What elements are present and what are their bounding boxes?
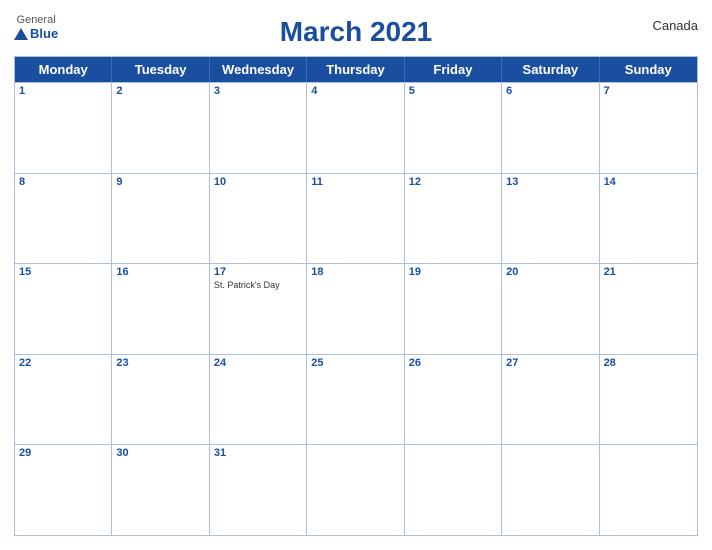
- logo-blue-area: Blue: [14, 26, 58, 41]
- day-cell-8: 8: [15, 174, 112, 264]
- day-cell-6: 6: [502, 83, 599, 173]
- day-header-sunday: Sunday: [600, 57, 697, 82]
- day-number-20: 20: [506, 266, 594, 278]
- day-header-monday: Monday: [15, 57, 112, 82]
- day-header-friday: Friday: [405, 57, 502, 82]
- day-cell-20: 20: [502, 264, 599, 354]
- day-number-2: 2: [116, 85, 204, 97]
- day-cell-4: 4: [307, 83, 404, 173]
- week-row-2: 89 10 11 12 13 14: [15, 173, 697, 264]
- calendar-container: General Blue March 2021 Canada MondayTue…: [0, 0, 712, 550]
- day-number-15: 15: [19, 266, 107, 278]
- day-number-11: 11: [311, 176, 399, 188]
- day-cell-18: 18: [307, 264, 404, 354]
- day-number-13: 13: [506, 176, 594, 188]
- day-number-18: 18: [311, 266, 399, 278]
- day-cell-22: 22: [15, 355, 112, 445]
- day-cell-9: 9: [112, 174, 209, 264]
- day-number-26: 26: [409, 357, 497, 369]
- day-cell-30: 30: [112, 445, 209, 535]
- week-row-5: 29 30 31: [15, 444, 697, 535]
- day-cell-11: 11: [307, 174, 404, 264]
- day-number-24: 24: [214, 357, 302, 369]
- calendar-title: March 2021: [280, 16, 433, 48]
- week-row-1: 1234567: [15, 82, 697, 173]
- day-cell-26: 26: [405, 355, 502, 445]
- day-cell-27: 27: [502, 355, 599, 445]
- logo-area: General Blue: [14, 14, 58, 41]
- day-number-22: 22: [19, 357, 107, 369]
- day-number-31: 31: [214, 447, 302, 459]
- day-number-29: 29: [19, 447, 107, 459]
- day-cell-14: 14: [600, 174, 697, 264]
- day-cell-23: 23: [112, 355, 209, 445]
- day-number-23: 23: [116, 357, 204, 369]
- day-number-8: 8: [19, 176, 107, 188]
- country-label: Canada: [652, 18, 698, 33]
- day-header-wednesday: Wednesday: [210, 57, 307, 82]
- day-number-30: 30: [116, 447, 204, 459]
- day-header-thursday: Thursday: [307, 57, 404, 82]
- day-cell-15: 15: [15, 264, 112, 354]
- day-cell-2: 2: [112, 83, 209, 173]
- day-cell-31: 31: [210, 445, 307, 535]
- calendar-header: General Blue March 2021 Canada: [14, 10, 698, 52]
- day-cell-16: 16: [112, 264, 209, 354]
- day-cell-10: 10: [210, 174, 307, 264]
- day-header-tuesday: Tuesday: [112, 57, 209, 82]
- day-cell-24: 24: [210, 355, 307, 445]
- day-number-4: 4: [311, 85, 399, 97]
- day-number-5: 5: [409, 85, 497, 97]
- day-number-1: 1: [19, 85, 107, 97]
- week-row-4: 22 23 24 25 26 27 28: [15, 354, 697, 445]
- day-number-21: 21: [604, 266, 693, 278]
- logo-general-text: General: [17, 14, 56, 26]
- event-text: St. Patrick's Day: [214, 280, 302, 290]
- day-number-6: 6: [506, 85, 594, 97]
- day-cell-empty-4: [405, 445, 502, 535]
- day-cell-19: 19: [405, 264, 502, 354]
- day-cell-29: 29: [15, 445, 112, 535]
- day-number-10: 10: [214, 176, 302, 188]
- day-cell-5: 5: [405, 83, 502, 173]
- day-cell-12: 12: [405, 174, 502, 264]
- day-number-19: 19: [409, 266, 497, 278]
- day-cell-empty-5: [502, 445, 599, 535]
- day-number-28: 28: [604, 357, 693, 369]
- weeks-container: 1234567891011121314151617St. Patrick's D…: [15, 82, 697, 535]
- day-cell-28: 28: [600, 355, 697, 445]
- day-number-12: 12: [409, 176, 497, 188]
- calendar-grid: MondayTuesdayWednesdayThursdayFridaySatu…: [14, 56, 698, 536]
- day-number-3: 3: [214, 85, 302, 97]
- day-cell-empty-6: [600, 445, 697, 535]
- logo-blue-text: Blue: [30, 26, 58, 41]
- day-cell-empty-3: [307, 445, 404, 535]
- day-number-14: 14: [604, 176, 693, 188]
- day-number-17: 17: [214, 266, 302, 278]
- day-header-saturday: Saturday: [502, 57, 599, 82]
- day-number-7: 7: [604, 85, 693, 97]
- day-cell-1: 1: [15, 83, 112, 173]
- day-cell-3: 3: [210, 83, 307, 173]
- day-cell-7: 7: [600, 83, 697, 173]
- day-cell-25: 25: [307, 355, 404, 445]
- day-cell-17: 17 St. Patrick's Day: [210, 264, 307, 354]
- day-cell-13: 13: [502, 174, 599, 264]
- day-number-25: 25: [311, 357, 399, 369]
- day-number-9: 9: [116, 176, 204, 188]
- logo-triangle-icon: [14, 28, 28, 40]
- week-row-3: 15 16 17 St. Patrick's Day 18 19 20 21: [15, 263, 697, 354]
- day-cell-21: 21: [600, 264, 697, 354]
- day-number-16: 16: [116, 266, 204, 278]
- day-headers: MondayTuesdayWednesdayThursdayFridaySatu…: [15, 57, 697, 82]
- day-number-27: 27: [506, 357, 594, 369]
